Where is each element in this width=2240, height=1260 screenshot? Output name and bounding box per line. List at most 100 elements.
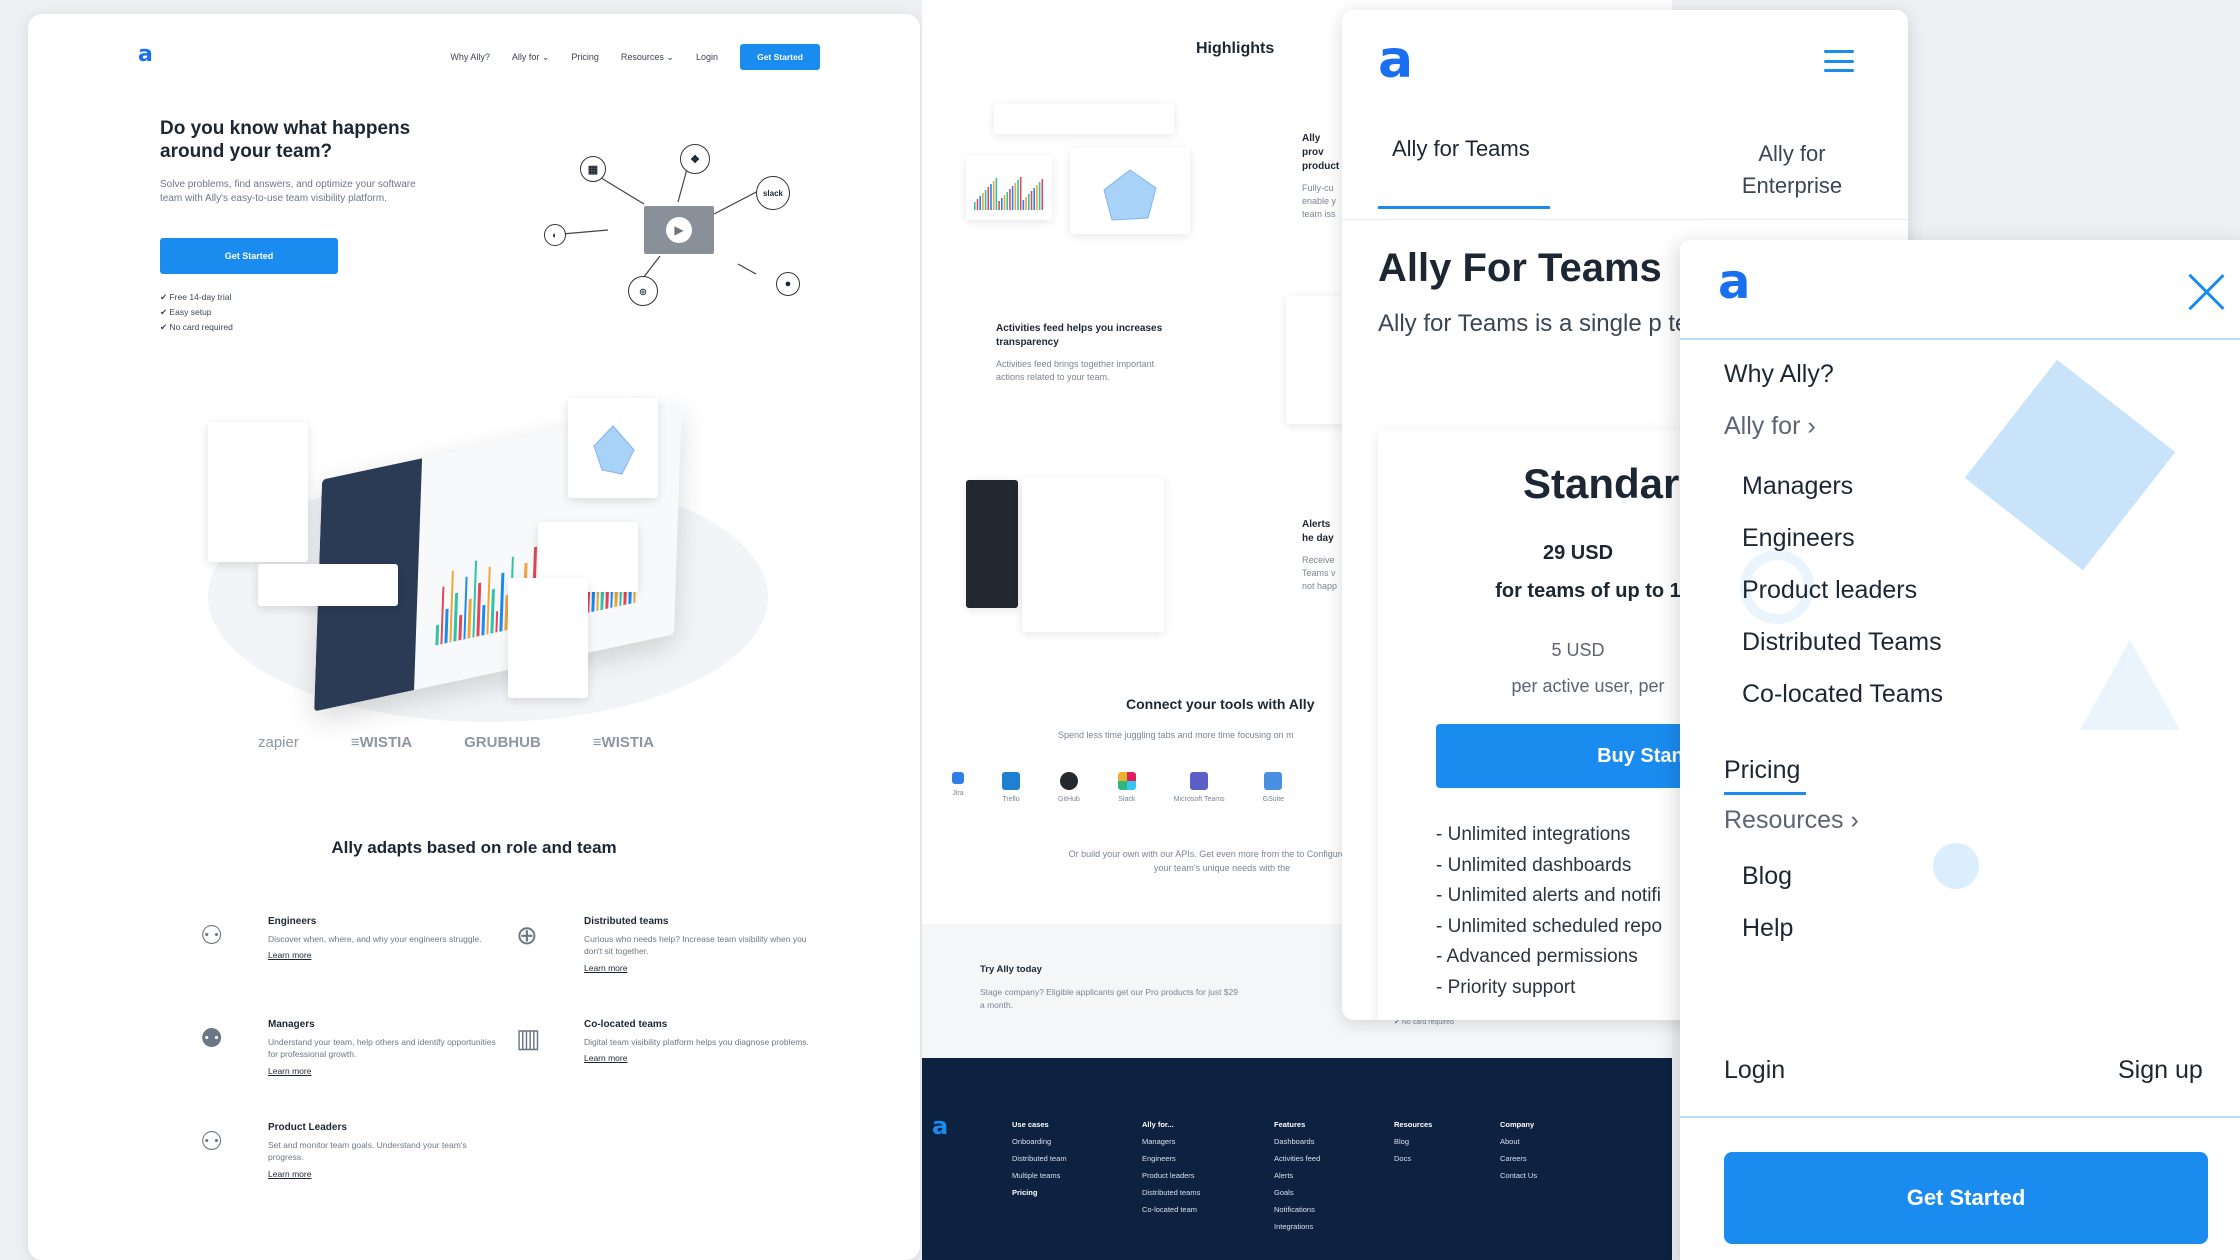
mini-bar: [1030, 191, 1033, 210]
learn-more-link[interactable]: Learn more: [268, 1066, 311, 1076]
active-tab-underline: [1378, 206, 1550, 209]
tool-gsuite[interactable]: GSuite: [1263, 772, 1284, 803]
feature-title: Distributed teams: [584, 916, 669, 927]
footer-link[interactable]: Dashboards: [1274, 1133, 1320, 1150]
tab-divider: [1342, 219, 1908, 220]
logo-wistia: ≡WISTIA: [350, 734, 413, 751]
learn-more-link[interactable]: Learn more: [584, 1053, 627, 1063]
dashboard-bar: [481, 604, 485, 636]
feature-text: Curious who needs help? Increase team vi…: [584, 934, 807, 957]
pricing-active-underline: [1724, 792, 1806, 795]
footer-link[interactable]: Pricing: [1012, 1184, 1067, 1201]
highlight-text: Receive Teams v not happ: [1302, 555, 1338, 592]
footer-col-use-cases: Use cases Onboarding Distributed team Mu…: [1012, 1116, 1067, 1201]
dashboard-bar: [467, 598, 472, 639]
footer-link[interactable]: About: [1500, 1133, 1537, 1150]
circleci-icon: ◐: [544, 224, 566, 246]
menu-sign-up[interactable]: Sign up: [2118, 1056, 2203, 1085]
menu-engineers[interactable]: Engineers: [1742, 524, 1855, 553]
menu-login[interactable]: Login: [1724, 1056, 1785, 1085]
tool-trello[interactable]: Trello: [1002, 772, 1020, 803]
managers-icon: ⚉: [200, 1023, 224, 1053]
menu-co-located-teams[interactable]: Co-located Teams: [1742, 680, 1943, 709]
tab-ally-for-teams[interactable]: Ally for Teams: [1392, 136, 1530, 162]
menu-distributed-teams[interactable]: Distributed Teams: [1742, 628, 1942, 657]
calendar-icon: ▦: [580, 156, 606, 182]
nav-why-ally[interactable]: Why Ally?: [450, 52, 490, 62]
dashboard-bar: [476, 582, 482, 637]
hero-title: Do you know what happens around your tea…: [160, 118, 411, 162]
menu-pricing[interactable]: Pricing: [1724, 756, 1800, 785]
plan-feature: - Unlimited dashboards: [1436, 854, 1632, 876]
footer-logo-icon[interactable]: a: [932, 1114, 948, 1138]
hamburger-menu-icon[interactable]: [1824, 50, 1854, 72]
jira-icon: ❖: [680, 144, 710, 174]
nav-resources[interactable]: Resources ⌄: [621, 52, 674, 63]
mini-bar: [1009, 189, 1011, 210]
footer-link[interactable]: Engineers: [1142, 1150, 1200, 1167]
mini-bar: [1022, 200, 1025, 210]
menu-managers[interactable]: Managers: [1742, 472, 1853, 501]
footer-link[interactable]: Co-located team: [1142, 1201, 1200, 1218]
footer-link[interactable]: Product leaders: [1142, 1167, 1200, 1184]
footer-link[interactable]: Careers: [1500, 1150, 1537, 1167]
footer-heading: Ally for...: [1142, 1120, 1174, 1129]
footer-link[interactable]: Integrations: [1274, 1218, 1320, 1235]
tool-microsoft-teams[interactable]: Microsoft Teams: [1174, 772, 1225, 803]
close-icon[interactable]: [2186, 272, 2226, 312]
footer-link[interactable]: Blog: [1394, 1133, 1432, 1150]
menu-blog[interactable]: Blog: [1742, 862, 1792, 891]
footer-link[interactable]: Alerts: [1274, 1167, 1320, 1184]
hero-get-started-button[interactable]: Get Started: [160, 238, 338, 274]
chat-alert-card: [1022, 478, 1164, 632]
footer-link[interactable]: Onboarding: [1012, 1133, 1067, 1150]
menu-product-leaders[interactable]: Product leaders: [1742, 576, 1917, 605]
tool-jira[interactable]: Jira: [952, 772, 964, 803]
menu-get-started-button[interactable]: Get Started: [1724, 1152, 2208, 1244]
intro-video-thumbnail[interactable]: ▶: [644, 206, 714, 254]
footer-link[interactable]: Distributed teams: [1142, 1184, 1200, 1201]
footer-link[interactable]: Distributed team: [1012, 1150, 1067, 1167]
nav-ally-for[interactable]: Ally for ⌄: [512, 52, 550, 63]
tool-github[interactable]: GitHub: [1058, 772, 1080, 803]
tool-label: Microsoft Teams: [1173, 796, 1225, 803]
ally-logo-icon[interactable]: a: [1378, 34, 1413, 86]
footer-link[interactable]: Activities feed: [1274, 1150, 1320, 1167]
check-item: ✔ No card required: [160, 322, 233, 332]
feature-distributed-teams: ⊕ Distributed teams Curious who needs he…: [516, 916, 814, 976]
mini-bar: [982, 193, 984, 210]
menu-help[interactable]: Help: [1742, 914, 1793, 943]
tab-ally-for-enterprise[interactable]: Ally for Enterprise: [1722, 138, 1862, 202]
footer-link[interactable]: Managers: [1142, 1133, 1200, 1150]
learn-more-link[interactable]: Learn more: [584, 963, 627, 973]
build-your-own-text: Or build your own with our APIs. Get eve…: [1068, 849, 1376, 873]
footer-link[interactable]: Goals: [1274, 1184, 1320, 1201]
tool-label: GitHub: [1058, 796, 1080, 803]
footer-link[interactable]: Contact Us: [1500, 1167, 1537, 1184]
logo-grubhub: GRUBHUB: [464, 734, 541, 751]
mini-bar: [990, 184, 992, 210]
nav-get-started-button[interactable]: Get Started: [740, 44, 820, 70]
ally-logo-icon[interactable]: a: [1718, 258, 1750, 306]
tool-label: GSuite: [1262, 796, 1285, 803]
ally-logo-icon[interactable]: a: [138, 44, 153, 66]
nav-pricing[interactable]: Pricing: [571, 52, 599, 62]
radar-chart: [593, 425, 635, 475]
menu-resources[interactable]: Resources ›: [1724, 806, 1859, 835]
footer-col-resources: Resources Blog Docs: [1394, 1116, 1432, 1167]
site-footer: a Use cases Onboarding Distributed team …: [922, 1058, 1672, 1260]
menu-why-ally[interactable]: Why Ally?: [1724, 360, 1834, 389]
feature-co-located-teams: ▥ Co-located teams Digital team visibili…: [516, 1019, 814, 1066]
footer-link[interactable]: Docs: [1394, 1150, 1432, 1167]
tool-slack[interactable]: Slack: [1117, 772, 1136, 803]
mini-bar: [984, 190, 987, 210]
learn-more-link[interactable]: Learn more: [268, 950, 311, 960]
activity-feed-card: [1286, 296, 1346, 424]
plan-feature: - Unlimited alerts and notifi: [1436, 885, 1661, 906]
footer-link[interactable]: Multiple teams: [1012, 1167, 1067, 1184]
menu-ally-for[interactable]: Ally for ›: [1724, 412, 1816, 441]
footer-link[interactable]: Notifications: [1274, 1201, 1320, 1218]
play-icon[interactable]: ▶: [666, 217, 692, 243]
learn-more-link[interactable]: Learn more: [268, 1169, 311, 1179]
nav-login[interactable]: Login: [696, 52, 718, 62]
